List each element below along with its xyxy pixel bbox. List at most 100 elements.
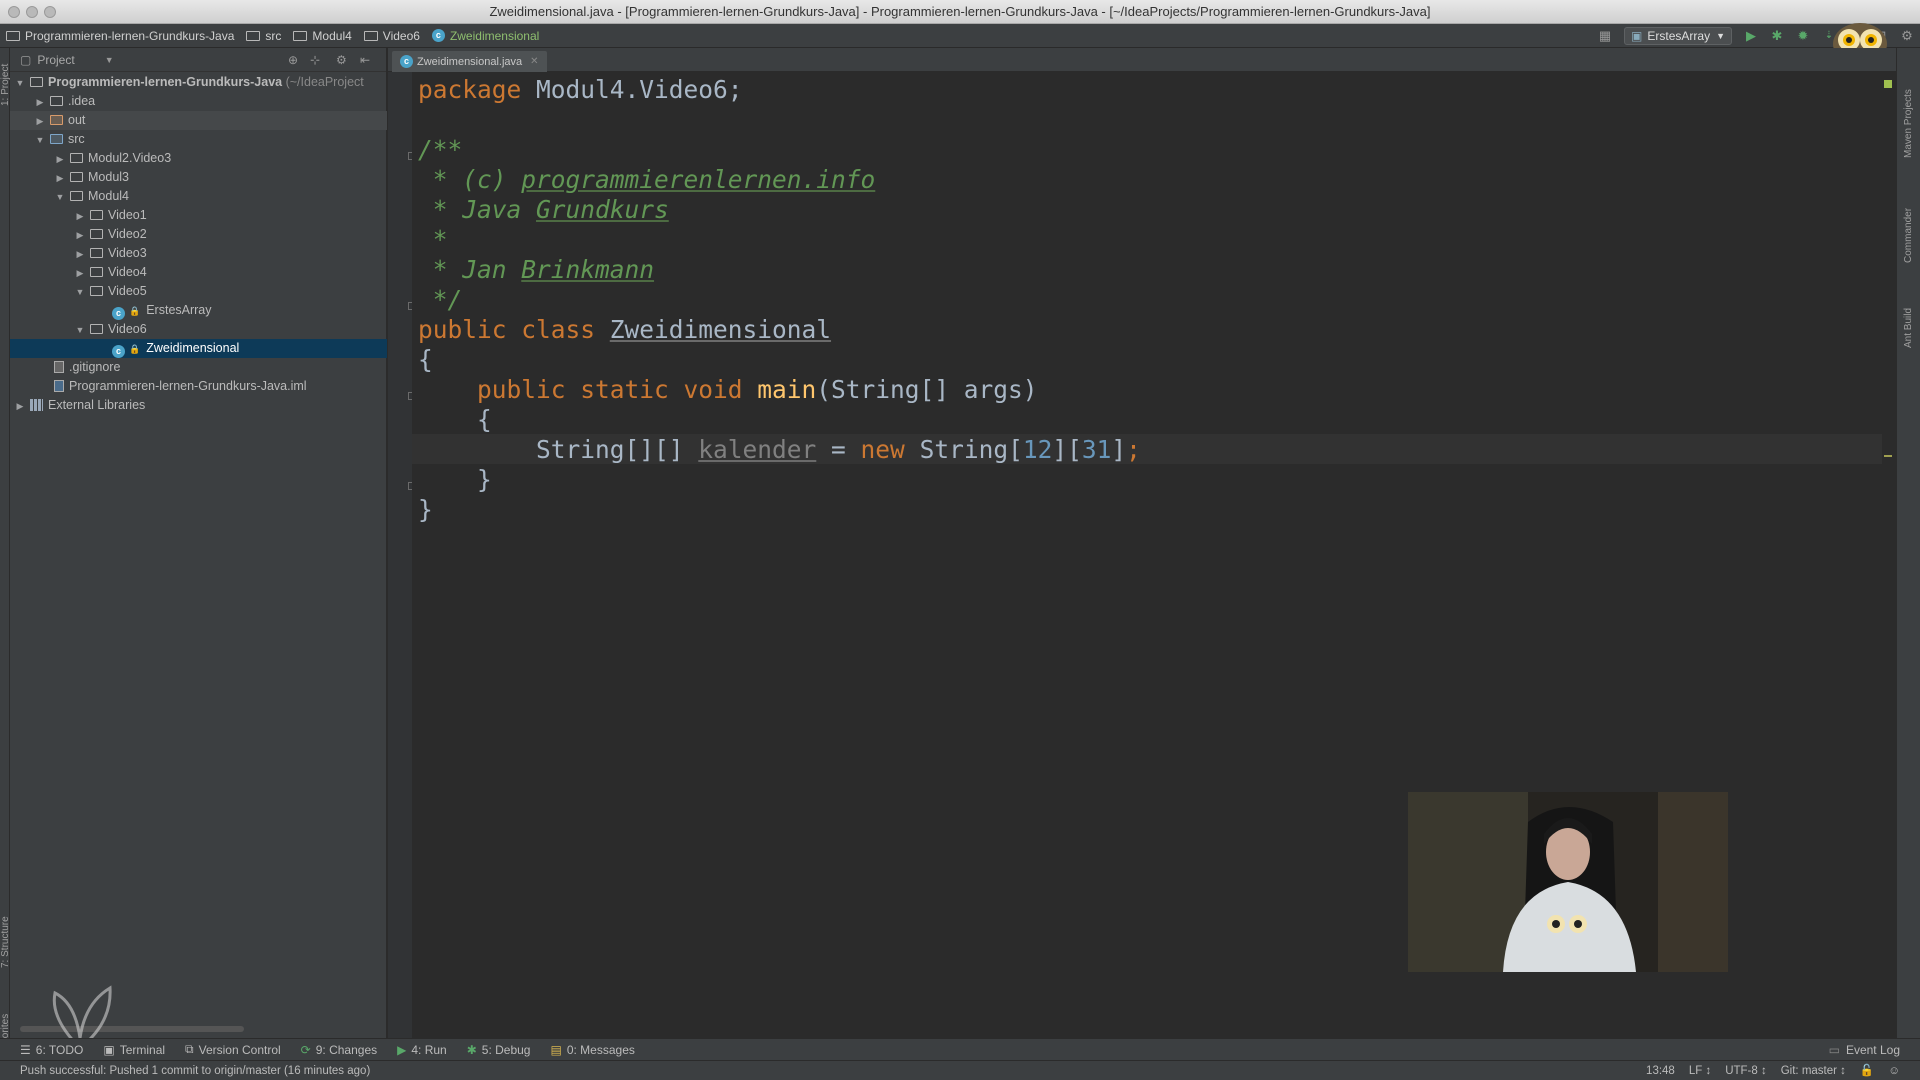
collapse-arrow-icon[interactable]: ▼: [74, 321, 86, 340]
tree-item-erstesarray[interactable]: c 🔒 ErstesArray: [10, 301, 387, 320]
collapse-arrow-icon[interactable]: ▼: [54, 188, 66, 207]
inspection-status-icon[interactable]: [1884, 80, 1892, 88]
run-icon[interactable]: ▶: [1743, 28, 1759, 44]
project-view-select[interactable]: Project: [37, 53, 74, 67]
warning-stripe-marker[interactable]: [1884, 455, 1892, 457]
debug-tool-button[interactable]: ✱ 5: Debug: [467, 1043, 531, 1057]
todo-tool-button[interactable]: ☰ 6: TODO: [20, 1043, 83, 1057]
collapse-arrow-icon[interactable]: ▼: [74, 283, 86, 302]
maximize-window-button[interactable]: [44, 6, 56, 18]
collapse-icon[interactable]: ⊹: [310, 53, 320, 67]
tree-item-external-libraries[interactable]: ▶ External Libraries: [10, 396, 387, 415]
sync-icon[interactable]: ⊕: [288, 53, 298, 67]
class-icon: c: [431, 29, 445, 42]
git-branch-widget[interactable]: Git: master ↕: [1781, 1061, 1846, 1080]
ant-build-tool-button[interactable]: Ant Build: [1903, 308, 1914, 348]
line-separator-widget[interactable]: LF ↕: [1689, 1061, 1711, 1080]
breadcrumb-modul4[interactable]: Modul4: [287, 24, 357, 48]
event-log-button[interactable]: ▭ Event Log: [1829, 1039, 1900, 1061]
code-line-6: *: [418, 225, 448, 254]
tree-item-video3[interactable]: ▶ Video3: [10, 244, 387, 263]
expand-arrow-icon[interactable]: ▶: [34, 93, 46, 112]
tree-item-modul2-video3[interactable]: ▶ Modul2.Video3: [10, 149, 387, 168]
expand-arrow-icon[interactable]: ▶: [74, 207, 86, 226]
editor-tab-zweidimensional[interactable]: c Zweidimensional.java ✕: [392, 51, 547, 72]
commander-tool-button[interactable]: Commander: [1903, 208, 1914, 263]
expand-arrow-icon[interactable]: ▶: [54, 169, 66, 188]
close-tab-icon[interactable]: ✕: [530, 56, 538, 67]
inspector-icon[interactable]: ☺: [1888, 1061, 1900, 1080]
breadcrumb-label: src: [265, 28, 282, 43]
expand-arrow-icon[interactable]: ▶: [34, 112, 46, 131]
messages-tool-button[interactable]: ▤ 0: Messages: [550, 1043, 634, 1057]
settings-icon[interactable]: ⚙: [1899, 28, 1915, 44]
debug-icon[interactable]: ✱: [1769, 28, 1785, 44]
run-configuration-label: ErstesArray: [1647, 29, 1711, 43]
tree-item-modul4[interactable]: ▼ Modul4: [10, 187, 387, 206]
todo-icon: ☰: [20, 1042, 31, 1057]
left-tool-stripe: 1: Project 7: Structure 2: Favorites: [0, 48, 11, 1066]
package-icon: [90, 324, 103, 334]
collapse-arrow-icon[interactable]: ▼: [34, 131, 46, 150]
tree-item-idea[interactable]: ▶ .idea: [10, 92, 387, 111]
tree-item-modul3[interactable]: ▶ Modul3: [10, 168, 387, 187]
debug-icon: ✱: [466, 1042, 477, 1057]
maven-projects-tool-button[interactable]: Maven Projects: [1903, 89, 1914, 158]
project-panel-header: ▢ Project ▼ ⊕ ⊹ ⚙ ⇤: [10, 48, 386, 72]
coverage-icon[interactable]: ✹: [1795, 28, 1811, 44]
code-line-4: * (c) programmierenlernen.info: [418, 165, 876, 194]
tree-item-src[interactable]: ▼ src: [10, 130, 387, 149]
code-line-1: package Modul4.Video6;: [418, 75, 743, 104]
project-structure-icon[interactable]: ▦: [1597, 28, 1613, 44]
run-tool-button[interactable]: ▶ 4: Run: [397, 1043, 447, 1057]
close-window-button[interactable]: [8, 6, 20, 18]
minimize-window-button[interactable]: [26, 6, 38, 18]
expand-arrow-icon[interactable]: ▶: [54, 150, 66, 169]
expand-arrow-icon[interactable]: ▶: [74, 245, 86, 264]
breadcrumb-src[interactable]: src: [240, 24, 287, 48]
changes-tool-button[interactable]: ⟳ 9: Changes: [301, 1043, 377, 1057]
tree-item-gitignore[interactable]: .gitignore: [10, 358, 387, 377]
package-icon: [70, 153, 83, 163]
tree-item-label: src: [68, 132, 85, 146]
terminal-tool-button[interactable]: ▣ Terminal: [103, 1043, 165, 1057]
tree-item-iml[interactable]: Programmieren-lernen-Grundkurs-Java.iml: [10, 377, 387, 396]
tree-item-out[interactable]: ▶ out: [10, 111, 387, 130]
package-icon: [90, 229, 103, 239]
tree-item-label: Video1: [108, 208, 147, 222]
tree-item-label: .gitignore: [69, 360, 121, 374]
gear-icon[interactable]: ⚙: [336, 53, 347, 67]
encoding-widget[interactable]: UTF-8 ↕: [1725, 1061, 1767, 1080]
tree-item-project-root[interactable]: ▼ Programmieren-lernen-Grundkurs-Java (~/…: [10, 73, 387, 92]
tree-item-label: Zweidimensional: [146, 341, 240, 355]
expand-arrow-icon[interactable]: ▼: [14, 74, 26, 93]
hide-icon[interactable]: ⇤: [360, 53, 370, 67]
breadcrumb-video6[interactable]: Video6: [358, 24, 426, 48]
tree-item-video5[interactable]: ▼ Video5: [10, 282, 387, 301]
tool-window-bar: ☰ 6: TODO ▣ Terminal ⧉ Version Control ⟳ 9: …: [0, 1038, 1920, 1060]
java-class-icon: c: [112, 345, 125, 358]
breadcrumb-class[interactable]: c Zweidimensional: [426, 24, 545, 48]
lock-icon[interactable]: 🔓: [1860, 1061, 1874, 1080]
tree-item-label: Programmieren-lernen-Grundkurs-Java: [48, 75, 283, 89]
tree-item-video4[interactable]: ▶ Video4: [10, 263, 387, 282]
expand-arrow-icon[interactable]: ▶: [74, 264, 86, 283]
version-control-tool-button[interactable]: ⧉ Version Control: [185, 1042, 281, 1057]
lock-icon: 🔒: [129, 344, 141, 354]
chevron-down-icon[interactable]: ▼: [105, 55, 114, 65]
tree-item-video6[interactable]: ▼ Video6: [10, 320, 387, 339]
application-icon: ▣: [1631, 29, 1643, 43]
file-icon: [54, 361, 64, 373]
tree-item-video2[interactable]: ▶ Video2: [10, 225, 387, 244]
editor-gutter[interactable]: [388, 72, 412, 1038]
tree-item-zweidimensional[interactable]: c 🔒 Zweidimensional: [10, 339, 387, 358]
tree-item-video1[interactable]: ▶ Video1: [10, 206, 387, 225]
caret-position[interactable]: 13:48: [1646, 1061, 1675, 1080]
expand-arrow-icon[interactable]: ▶: [14, 397, 26, 416]
run-configuration-select[interactable]: ▣ ErstesArray ▼: [1624, 27, 1732, 45]
expand-arrow-icon[interactable]: ▶: [74, 226, 86, 245]
breadcrumb-project[interactable]: Programmieren-lernen-Grundkurs-Java: [0, 24, 240, 48]
tree-item-label: Modul3: [88, 170, 129, 184]
status-message[interactable]: Push successful: Pushed 1 commit to orig…: [20, 1065, 370, 1077]
project-folder-icon: [6, 30, 20, 41]
